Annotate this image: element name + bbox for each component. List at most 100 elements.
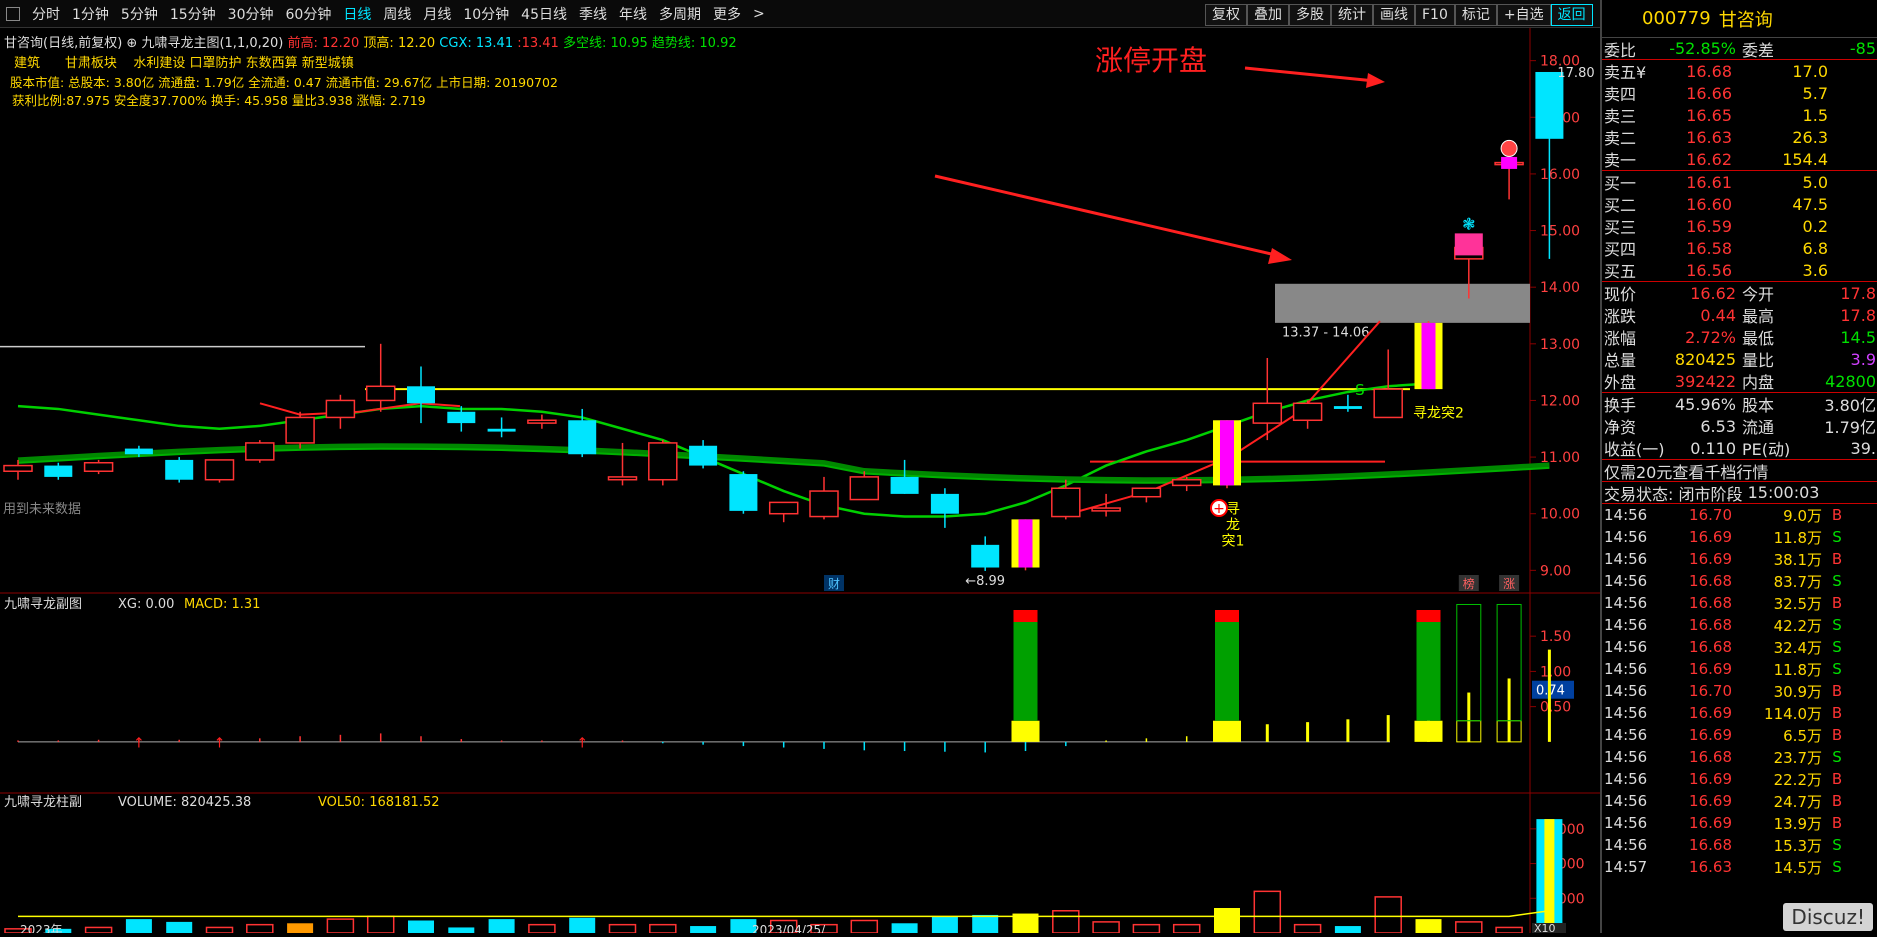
tab-4[interactable]: 30分钟 (222, 4, 280, 24)
bid-label: 买五 (1604, 262, 1637, 281)
low-price-label: ←8.99 (965, 574, 1005, 589)
bid-price: 16.59 (1686, 216, 1732, 236)
more-chevron-icon[interactable]: > (747, 6, 771, 22)
stat-label: 净资 (1604, 418, 1637, 437)
tick-price: 16.70 (1689, 682, 1732, 700)
ask-row[interactable]: 卖三 16.65 1.5 (1602, 104, 1877, 127)
stat-value: 16.62 (1690, 283, 1736, 303)
tick-row: 14:56 16.69 22.2万 B (1602, 768, 1877, 790)
stat-label: 内盘 (1742, 373, 1775, 392)
tick-time: 14:56 (1604, 682, 1648, 700)
bid-row[interactable]: 买二 16.60 47.5 (1602, 193, 1877, 216)
tick-volume: 11.8万 (1773, 660, 1822, 679)
tick-side: B (1831, 594, 1843, 612)
tab-2[interactable]: 5分钟 (115, 4, 164, 24)
ask-price: 16.66 (1686, 83, 1732, 103)
tool-button-8[interactable]: 返回 (1550, 4, 1593, 26)
bid-row[interactable]: 买五 16.56 3.6 (1602, 259, 1877, 282)
volume-bar (408, 920, 434, 933)
tick-list[interactable]: 14:56 16.70 9.0万 B 14:56 16.69 11.8万 S 14:56 16.6… (1602, 503, 1877, 878)
dinggao-label: 顶高: (363, 36, 394, 51)
tab-13[interactable]: 多周期 (653, 4, 707, 24)
kline-chart-svg[interactable]: 18.0017.0016.0015.0014.0013.0012.0011.00… (0, 28, 1600, 937)
candle-body (930, 493, 959, 514)
sector-concepts[interactable]: 水利建设 口罩防护 东数西算 新型城镇 (133, 56, 353, 71)
plus-icon-glyph: + (1213, 501, 1225, 517)
ask-row[interactable]: 卖四 16.66 5.7 (1602, 82, 1877, 105)
tab-6[interactable]: 日线 (337, 4, 377, 24)
sector-industry[interactable]: 建筑 (14, 56, 40, 71)
tick-time: 14:57 (1604, 858, 1648, 876)
indicator-dropdown-icon[interactable]: ⊕ (126, 36, 137, 51)
sub1-xg: XG: 0.00 (118, 597, 174, 612)
volume-bar (166, 921, 193, 933)
sub2-volume: VOLUME: 820425.38 (118, 795, 251, 810)
bid-row[interactable]: 买一 16.61 5.0 (1602, 171, 1877, 194)
tick-time: 14:56 (1604, 836, 1648, 854)
stock-title: 000779 甘咨询 (1602, 0, 1877, 38)
tab-12[interactable]: 年线 (613, 4, 653, 24)
tab-3[interactable]: 15分钟 (164, 4, 222, 24)
candle-body (971, 544, 1000, 568)
signal-candle-core (1421, 322, 1436, 390)
stat-value: 392422 (1674, 371, 1736, 391)
bid-volume: 0.2 (1802, 216, 1828, 236)
tool-button-4[interactable]: 画线 (1373, 4, 1415, 26)
range-label: 13.37 - 14.06 (1282, 325, 1369, 340)
unit-label: X10 (1534, 922, 1556, 933)
duokong-label: 多空线: (562, 36, 607, 51)
tick-price: 16.69 (1689, 528, 1732, 546)
weicha-label: 委差 (1742, 40, 1775, 60)
tick-price: 16.68 (1689, 638, 1732, 656)
tool-button-6[interactable]: 标记 (1454, 4, 1497, 26)
candle-body (83, 461, 114, 472)
menu-checkbox-icon[interactable] (6, 6, 20, 21)
tab-0[interactable]: 分时 (26, 4, 66, 24)
y-tick-label: 1.50 (1540, 629, 1571, 645)
candle-body (3, 464, 33, 472)
tick-time: 14:56 (1604, 748, 1648, 766)
candle-body (44, 465, 73, 477)
tool-button-7[interactable]: +自选 (1496, 4, 1551, 26)
tab-7[interactable]: 周线 (377, 4, 417, 24)
stat-label: 最高 (1742, 307, 1775, 326)
tick-price: 16.68 (1689, 748, 1732, 766)
bid-row[interactable]: 买四 16.58 6.8 (1602, 237, 1877, 260)
bid-row[interactable]: 买三 16.59 0.2 (1602, 215, 1877, 238)
tick-time: 14:56 (1604, 506, 1648, 524)
bid-price: 16.61 (1686, 172, 1732, 192)
tab-5[interactable]: 60分钟 (280, 4, 338, 24)
tick-volume: 32.5万 (1773, 594, 1822, 613)
tab-10[interactable]: 45日线 (515, 4, 573, 24)
tool-button-3[interactable]: 统计 (1331, 4, 1373, 26)
tab-1[interactable]: 1分钟 (66, 4, 115, 24)
tool-button-1[interactable]: 叠加 (1247, 4, 1289, 26)
tab-14[interactable]: 更多 (707, 4, 747, 24)
indicator-name[interactable]: 九啸寻龙主图(1,1,0,20) (141, 36, 283, 51)
ask-row[interactable]: 卖五¥ 16.68 17.0 (1602, 60, 1877, 83)
promo-link[interactable]: 仅需20元查看千档行情 (1602, 459, 1877, 482)
tool-button-0[interactable]: 复权 (1205, 4, 1247, 26)
signal-stack-top (1013, 610, 1038, 622)
volume-bar (608, 923, 637, 934)
watermark: Discuz! (1783, 903, 1873, 931)
ask-row[interactable]: 卖一 16.62 154.4 (1602, 148, 1877, 171)
resistance-zone (1275, 283, 1530, 323)
tab-9[interactable]: 10分钟 (457, 4, 515, 24)
stat-label: 涨跌 (1604, 307, 1637, 326)
candle-body (285, 416, 315, 444)
tick-price: 16.69 (1689, 814, 1732, 832)
tab-8[interactable]: 月线 (417, 4, 457, 24)
y-tick-label: 9.00 (1540, 563, 1571, 579)
qianhao-value: 12.20 (322, 36, 360, 51)
cgx-value: 13.41 (475, 36, 514, 51)
tool-button-2[interactable]: 多股 (1289, 4, 1331, 26)
tab-11[interactable]: 季线 (573, 4, 613, 24)
tool-button-5[interactable]: F10 (1415, 4, 1455, 26)
stat-value: 6.53 (1700, 416, 1736, 436)
ask-row[interactable]: 卖二 16.63 26.3 (1602, 126, 1877, 149)
candle-body (890, 476, 919, 494)
sector-region[interactable]: 甘肃板块 (65, 56, 117, 71)
stat-value: 45.96% (1674, 394, 1736, 414)
bid-volume: 3.6 (1802, 260, 1828, 280)
